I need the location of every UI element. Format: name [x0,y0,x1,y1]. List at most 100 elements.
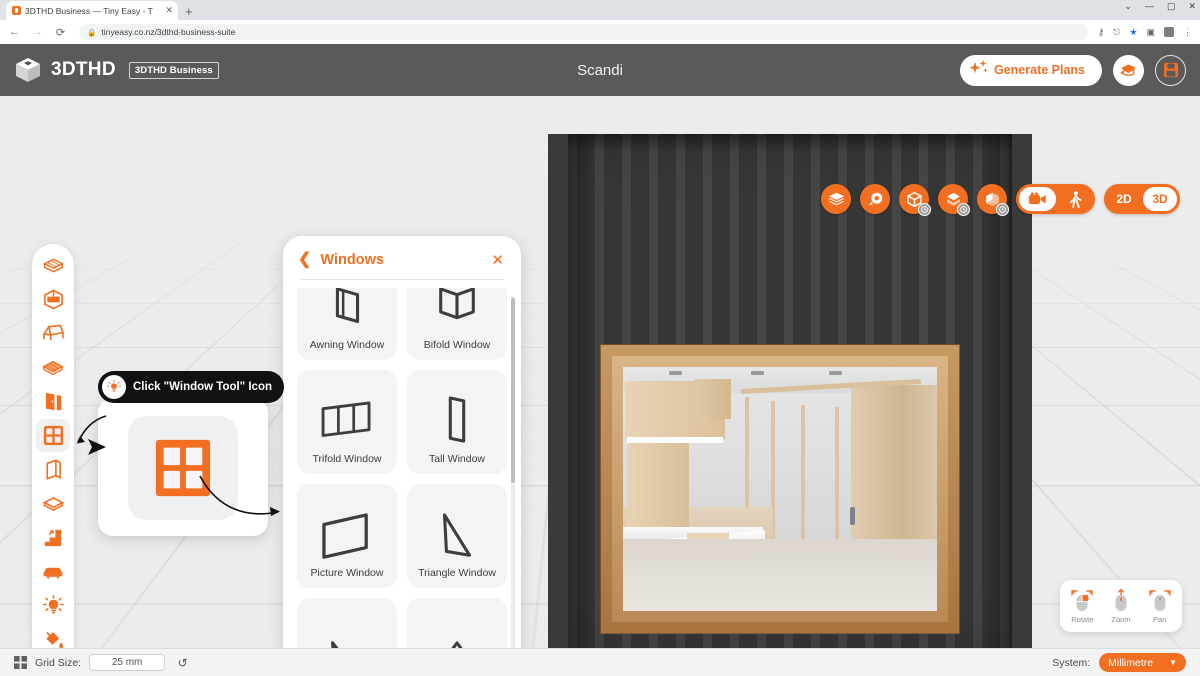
browser-toolbar: ← → ⟳ 🔒 tinyeasy.co.nz/3dthd-business-su… [0,20,1200,44]
sidebar-item-floor[interactable] [36,487,70,520]
tall-window-icon [448,396,466,443]
share-icon[interactable]: ⎋ [1113,27,1120,38]
windows-panel-header: ❮ Windows ✕ [283,236,521,269]
sidebar-item-stairs[interactable] [36,521,70,554]
sidebar-item-foundation[interactable] [36,249,70,282]
sofa-icon [43,567,63,579]
clock-icon [960,206,967,213]
back-icon[interactable]: ← [8,26,21,38]
panel-divider [300,279,504,280]
bookmark-star-icon[interactable]: ★ [1129,27,1137,38]
nav-hint-label: Rotate [1071,615,1094,624]
sidebar-item-roof[interactable] [36,317,70,350]
section-view-button[interactable] [938,184,970,216]
new-tab-button[interactable]: + [185,5,193,20]
tab-3d[interactable]: 3D [1143,187,1177,211]
interior-floor [623,539,937,611]
window-type-item[interactable] [297,598,397,648]
tab-2d[interactable]: 2D [1107,187,1141,211]
door-handle [850,507,855,525]
window-controls: ⌄ — ▢ ✕ [1124,2,1196,11]
triangle-window-icon [442,512,472,557]
app-favicon-icon [12,6,21,15]
system-select[interactable]: Millimetre ▼ [1099,653,1186,672]
stairs-icon [44,529,62,546]
tape-measure-icon [868,192,882,205]
unit-system-control: System: Millimetre ▼ [1052,653,1186,672]
window-type-item[interactable]: Bifold Window [407,288,507,360]
generate-plans-label: Generate Plans [993,63,1085,77]
layers-button[interactable] [821,184,851,214]
reload-icon[interactable]: ⟳ [54,26,67,39]
grid-size-input[interactable]: 25 mm [89,654,166,671]
design-canvas[interactable]: 2D 3D ❮ Windows ✕ Awning Window Bifold W… [0,96,1200,648]
sidebar-item-door[interactable] [36,385,70,418]
sidebar-item-room[interactable] [36,283,70,316]
app-root: 3DTHD 3DTHD Business Scandi Generate Pla… [0,44,1200,676]
reset-icon[interactable]: ↺ [173,653,192,672]
walk-mode-button[interactable] [1058,187,1092,211]
lock-icon: 🔒 [87,27,97,37]
chevron-left-icon[interactable]: ❮ [298,252,311,268]
side-panel-icon[interactable]: ▣ [1146,27,1155,38]
close-icon[interactable]: ✕ [491,253,504,268]
window-type-label: Picture Window [310,566,384,579]
sidebar-item-window[interactable] [36,419,70,452]
nav-hint-zoom: Zoom [1108,588,1134,624]
logo-text: 3DTHD [51,59,116,80]
windows-panel: ❮ Windows ✕ Awning Window Bifold Window … [283,236,521,648]
save-icon [1163,62,1178,78]
window-type-item[interactable]: Triangle Window [407,484,507,588]
window-type-label: Triangle Window [418,566,496,579]
forward-icon[interactable]: → [31,26,44,38]
sidebar-item-furniture[interactable] [36,555,70,588]
tutorial-tip: Click "Window Tool" Icon [98,371,284,403]
profile-avatar[interactable] [1164,27,1174,37]
app-logo[interactable]: 3DTHD 3DTHD Business [14,57,219,83]
clock-icon [921,206,928,213]
window-type-item[interactable]: Tall Window [407,370,507,474]
maximize-icon[interactable]: ▢ [1167,2,1176,11]
window-type-item[interactable]: Awning Window [297,288,397,360]
window-close-icon[interactable]: ✕ [1188,2,1196,11]
measure-button[interactable] [860,184,890,214]
tutorial-button[interactable] [1113,54,1144,86]
foundation-icon [42,258,64,273]
grid-icon [14,656,27,669]
mouse-rotate-icon [1071,590,1094,611]
address-bar[interactable]: 🔒 tinyeasy.co.nz/3dthd-business-suite [79,24,1088,40]
window-icon [43,425,63,446]
window-type-label: Bifold Window [423,338,491,351]
layers-icon [828,192,844,205]
nav-hint-rotate: Rotate [1069,588,1095,624]
system-label: System: [1052,656,1091,669]
tool-rail [32,244,74,648]
app-header-actions: Generate Plans [959,54,1186,86]
browser-tab[interactable]: 3DTHD Business — Tiny Easy - T ✕ [6,1,178,20]
chevron-down-icon[interactable]: ⌄ [1124,2,1132,11]
save-button[interactable] [1155,54,1186,86]
box-view-button[interactable] [899,184,931,216]
minimize-icon[interactable]: — [1145,2,1154,11]
panel-scrollbar-thumb[interactable] [511,298,515,483]
generate-plans-button[interactable]: Generate Plans [959,54,1102,86]
navigation-hint: Rotate Zoom Pan [1060,580,1182,632]
window-type-item[interactable]: Trifold Window [297,370,397,474]
sidebar-item-wall[interactable] [36,453,70,486]
browser-menu-icon[interactable]: ⋮ [1183,27,1192,38]
window-type-item[interactable]: Picture Window [297,484,397,588]
sidebar-item-paint[interactable] [36,623,70,648]
key-icon[interactable]: ⚷ [1098,27,1105,38]
camera-mode-button[interactable] [1019,187,1056,211]
dimension-toggle: 2D 3D [1104,184,1180,214]
kitchen-upper-cabinets [695,379,731,419]
sidebar-item-lighting[interactable] [36,589,70,622]
awning-window-icon [335,288,360,323]
corner-view-button[interactable] [977,184,1009,216]
wall-left-shadow [568,134,594,648]
window-type-item[interactable] [407,598,507,648]
interior-view [623,367,937,611]
windows-panel-list[interactable]: Awning Window Bifold Window Trifold Wind… [283,288,521,648]
tab-close-icon[interactable]: ✕ [165,6,173,15]
sidebar-item-deck[interactable] [36,351,70,384]
